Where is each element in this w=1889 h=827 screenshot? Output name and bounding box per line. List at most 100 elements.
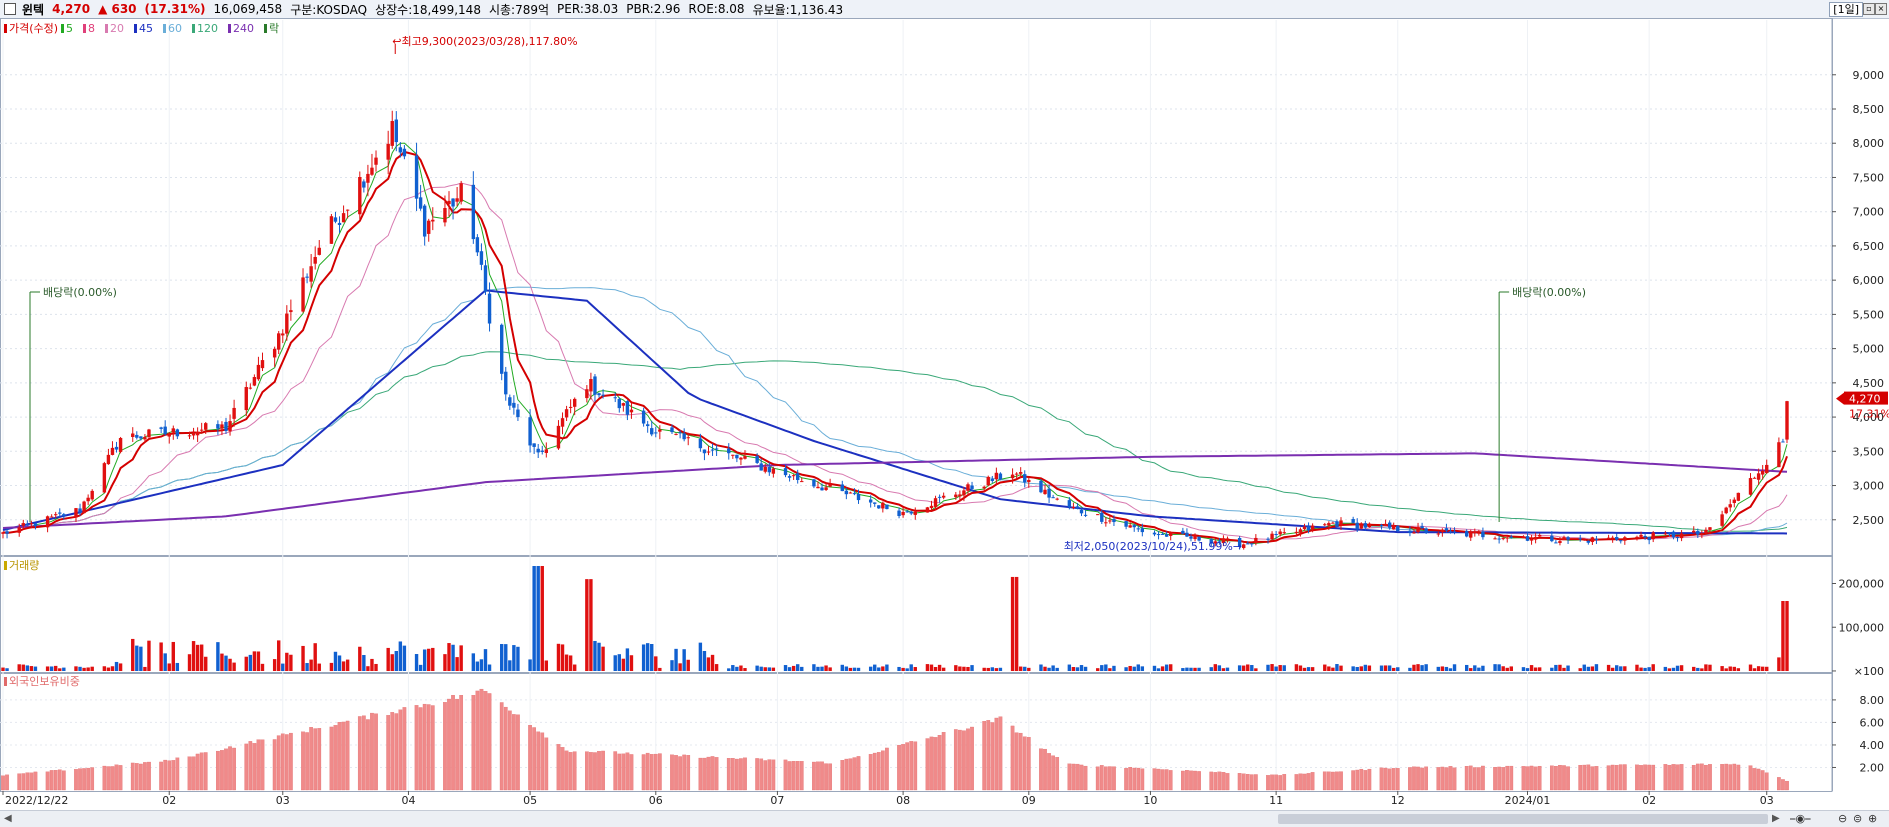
volume-bar [1250, 665, 1254, 671]
volume-bar [901, 667, 905, 671]
volume-bar [556, 643, 561, 671]
foreign-bar [1590, 766, 1595, 791]
foreign-bar [503, 706, 508, 791]
volume-bar [621, 658, 626, 671]
foreign-bar [1452, 767, 1457, 791]
volume-bar [1367, 665, 1372, 671]
volume-bar [1278, 665, 1282, 671]
foreign-bar [1416, 766, 1420, 791]
foreign-bar [1266, 775, 1270, 791]
candle-body [763, 466, 767, 472]
candle-body [1619, 540, 1623, 542]
candle-body [909, 511, 913, 514]
volume-bar [1700, 668, 1704, 671]
legend-label: 5 [66, 22, 73, 35]
volume-bar [650, 644, 654, 671]
legend-swatch [4, 24, 7, 33]
foreign-bar [1249, 774, 1254, 791]
price-tick-label: 8,500 [1853, 103, 1885, 116]
foreign-bar [386, 715, 391, 791]
volume-bar [1481, 665, 1485, 671]
zoom-slider[interactable]: ⎯◉⎯ [1790, 812, 1811, 826]
legend-swatch [163, 24, 166, 33]
foreign-bar [256, 739, 261, 791]
scroll-left-icon[interactable]: ◀ [4, 813, 12, 824]
foreign-bar [1440, 766, 1445, 791]
foreign-bar [25, 772, 30, 791]
foreign-bar [1051, 755, 1055, 791]
volume-bar [970, 665, 974, 671]
foreign-bar [641, 754, 646, 791]
zoom-out-icon[interactable]: ⊖ [1838, 812, 1847, 825]
foreign-bar [544, 737, 549, 791]
candle-body [1310, 525, 1315, 530]
x-tick-label: 03 [276, 794, 290, 807]
foreign-bar [1209, 771, 1214, 791]
volume-bar [159, 642, 163, 671]
candle-body [1692, 530, 1696, 533]
volume-bar [1643, 667, 1647, 671]
volume-bar [873, 664, 877, 671]
volume-bar [1704, 664, 1708, 671]
x-tick-label: 04 [401, 794, 415, 807]
volume-bar [1537, 667, 1542, 671]
candle-body [216, 424, 220, 429]
candle-body [45, 516, 50, 528]
volume-bar [402, 645, 407, 671]
volume-bar [1043, 666, 1047, 671]
foreign-bar [771, 759, 776, 791]
ma240-line [2, 452, 1788, 529]
foreign-bar [876, 752, 881, 791]
foreign-bar [74, 769, 78, 791]
candle-body [962, 490, 966, 496]
candle-body [317, 247, 321, 255]
foreign-bar [280, 733, 285, 791]
foreign-bar [175, 757, 180, 791]
volume-bar [422, 649, 427, 671]
foreign-bar [682, 754, 687, 791]
foreign-bar [1509, 765, 1514, 791]
foreign-bar [1578, 764, 1583, 791]
foreign-tick-label: 2.00 [1860, 761, 1885, 774]
foreign-bar [532, 727, 536, 791]
scroll-thumb[interactable] [1278, 814, 1768, 824]
volume-bar [706, 657, 711, 671]
volume-bar [710, 654, 715, 671]
candle-body [1436, 533, 1441, 535]
volume-bar [1420, 665, 1424, 671]
foreign-bar [1018, 732, 1023, 791]
volume-bar [1639, 667, 1643, 671]
volume-bar [1647, 667, 1651, 671]
candle-body [374, 157, 378, 165]
foreign-bar [507, 710, 512, 791]
volume-bar [937, 664, 942, 671]
candle-body [645, 424, 650, 427]
horizontal-scrollbar[interactable]: ◀ ▶ ⎯◉⎯ ⊖ ⊜ ⊕ [0, 810, 1889, 827]
candle-body [1254, 537, 1258, 544]
candle-body [313, 256, 317, 264]
zoom-reset-icon[interactable]: ⊜ [1853, 812, 1862, 825]
foreign-bar [783, 759, 788, 791]
volume-bar [1209, 667, 1213, 671]
candle-body [171, 428, 175, 433]
candle-body [564, 409, 569, 418]
foreign-bar [1331, 771, 1335, 791]
foreign-bar [589, 752, 593, 791]
volume-bar [1383, 665, 1388, 671]
price-tick-label: 4,500 [1853, 377, 1885, 390]
volume-bar [597, 642, 601, 671]
panel-frames [0, 18, 1833, 792]
candle-body [301, 277, 305, 312]
foreign-bar [597, 751, 601, 791]
last-price-arrow [1836, 392, 1844, 405]
volume-bar [532, 566, 536, 671]
volume-bar [1748, 664, 1753, 671]
scroll-right-icon[interactable]: ▶ [1772, 813, 1780, 824]
foreign-bar [743, 757, 747, 791]
zoom-in-icon[interactable]: ⊕ [1868, 812, 1877, 825]
volume-bar [1416, 664, 1420, 671]
candle-body [840, 484, 844, 492]
foreign-bar [333, 725, 338, 791]
volume-bar [613, 655, 617, 671]
candle-body [459, 183, 463, 202]
